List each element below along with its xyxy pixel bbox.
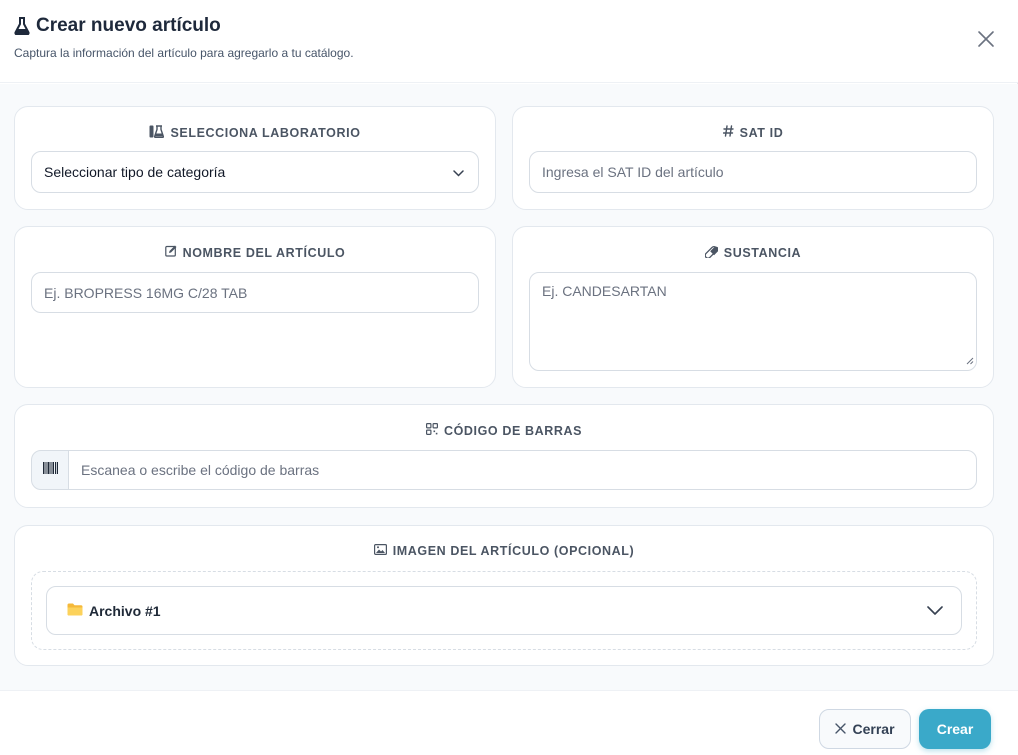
laboratorio-card: SELECCIONA LABORATORIO Seleccionar tipo …: [14, 106, 496, 210]
create-label: Crear: [936, 721, 974, 737]
codigo-label: CÓDIGO DE BARRAS: [443, 423, 583, 438]
imagen-label-row: IMAGEN DEL ARTÍCULO (OPCIONAL): [15, 544, 993, 558]
folder-icon: [67, 603, 83, 619]
barcode-addon: [31, 450, 69, 490]
nombre-label-row: NOMBRE DEL ARTÍCULO: [15, 245, 495, 260]
imagen-label: IMAGEN DEL ARTÍCULO (OPCIONAL): [392, 544, 635, 558]
sustancia-card: SUSTANCIA Ej. CANDESARTAN: [512, 226, 994, 388]
create-article-modal: Crear nuevo artículo Captura la informac…: [0, 0, 1018, 755]
modal-subtitle: Captura la información del artículo para…: [14, 46, 354, 60]
barcode-icon: [42, 461, 58, 479]
nombre-input[interactable]: Ej. BROPRESS 16MG C/28 TAB: [31, 272, 479, 313]
edit-icon: [164, 245, 177, 260]
file-name: Archivo #1: [89, 602, 161, 619]
flask-icon: [149, 125, 165, 141]
close-icon[interactable]: [976, 29, 996, 49]
laboratorio-selected-value: Seleccionar tipo de categoría: [44, 164, 226, 180]
nombre-card: NOMBRE DEL ARTÍCULO Ej. BROPRESS 16MG C/…: [14, 226, 496, 388]
flask-icon: [14, 17, 30, 35]
sat-id-label: SAT ID: [739, 125, 784, 140]
cancel-button[interactable]: Cerrar: [819, 709, 911, 749]
modal-title: Crear nuevo artículo: [36, 15, 221, 36]
sat-id-card: SAT ID Ingresa el SAT ID del artículo: [512, 106, 994, 210]
sustancia-placeholder: Ej. CANDESARTAN: [542, 283, 667, 299]
cancel-label: Cerrar: [852, 721, 895, 737]
create-button[interactable]: Crear: [919, 709, 991, 749]
barcode-input[interactable]: Escanea o escribe el código de barras: [68, 450, 977, 490]
title-row: Crear nuevo artículo: [14, 15, 221, 37]
sustancia-label-row: SUSTANCIA: [513, 245, 993, 261]
laboratorio-label: SELECCIONA LABORATORIO: [170, 126, 361, 140]
modal-header: Crear nuevo artículo Captura la informac…: [0, 0, 1018, 83]
hash-icon: [722, 125, 734, 140]
sustancia-textarea[interactable]: Ej. CANDESARTAN: [529, 272, 977, 371]
image-dropzone[interactable]: Archivo #1: [31, 571, 977, 650]
codigo-barras-card: CÓDIGO DE BARRAS Escanea o escribe el có…: [14, 404, 994, 508]
nombre-placeholder: Ej. BROPRESS 16MG C/28 TAB: [44, 284, 248, 301]
sat-id-input[interactable]: Ingresa el SAT ID del artículo: [529, 151, 977, 193]
resize-grip-icon[interactable]: [966, 352, 974, 368]
laboratorio-select[interactable]: Seleccionar tipo de categoría: [31, 151, 479, 193]
codigo-label-row: CÓDIGO DE BARRAS: [15, 423, 993, 438]
sat-id-placeholder: Ingresa el SAT ID del artículo: [542, 164, 724, 180]
modal-footer: Cerrar Crear: [0, 690, 1018, 755]
modal-body: SELECCIONA LABORATORIO Seleccionar tipo …: [0, 84, 1018, 690]
imagen-card: IMAGEN DEL ARTÍCULO (OPCIONAL) Archivo #…: [14, 525, 994, 666]
sustancia-label: SUSTANCIA: [723, 246, 802, 260]
file-accordion-header: Archivo #1: [67, 603, 161, 619]
barcode-placeholder: Escanea o escribe el código de barras: [81, 462, 320, 478]
qrcode-icon: [425, 423, 438, 438]
sat-id-label-row: SAT ID: [513, 125, 993, 140]
close-icon: [835, 721, 847, 737]
image-icon: [373, 544, 387, 558]
chevron-down-icon[interactable]: [927, 602, 943, 620]
laboratorio-label-row: SELECCIONA LABORATORIO: [15, 125, 495, 141]
nombre-label: NOMBRE DEL ARTÍCULO: [182, 245, 346, 260]
file-accordion[interactable]: Archivo #1: [46, 586, 962, 635]
pill-icon: [704, 245, 719, 261]
chevron-down-icon: [453, 164, 464, 180]
